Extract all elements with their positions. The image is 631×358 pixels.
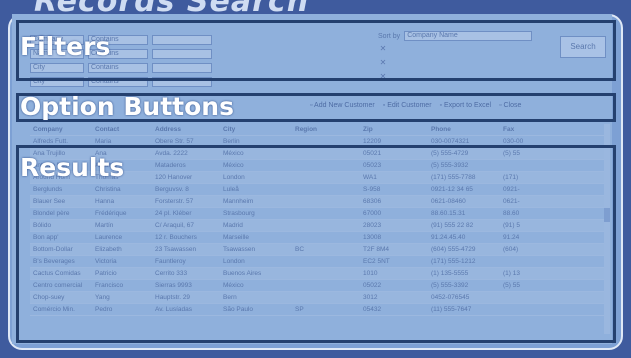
option-buttons-section-label: Option Buttons bbox=[20, 92, 234, 121]
column-header[interactable]: Phone bbox=[428, 124, 500, 135]
column-header[interactable]: Region bbox=[292, 124, 360, 135]
filters-section-label: Filters bbox=[20, 32, 111, 61]
column-header[interactable]: Fax bbox=[500, 124, 560, 135]
results-section-label: Results bbox=[20, 153, 125, 182]
column-header[interactable]: Company bbox=[30, 124, 92, 135]
column-header[interactable]: Contact bbox=[92, 124, 152, 135]
table-header-row: Company Contact Address City Region Zip Phone F… bbox=[30, 124, 605, 136]
column-header[interactable]: Address bbox=[152, 124, 220, 135]
column-header[interactable]: City bbox=[220, 124, 292, 135]
column-header[interactable]: Zip bbox=[360, 124, 428, 135]
